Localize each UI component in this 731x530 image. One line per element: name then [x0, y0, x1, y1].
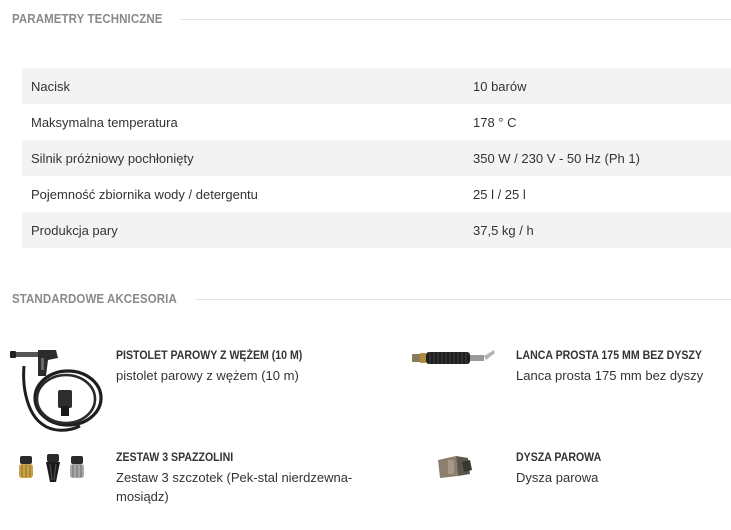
spec-value: 178 ° C	[473, 104, 731, 140]
spec-table: Nacisk 10 barów Maksymalna temperatura 1…	[22, 68, 731, 248]
spec-label: Maksymalna temperatura	[22, 104, 473, 140]
spec-value: 10 barów	[473, 68, 731, 104]
table-row: Silnik próżniowy pochłonięty 350 W / 230…	[22, 140, 731, 176]
steam-nozzle-icon	[438, 456, 472, 478]
accessory-description: Zestaw 3 szczotek (Pek-stal nierdzewna-m…	[116, 470, 353, 504]
table-row: Produkcja pary 37,5 kg / h	[22, 212, 731, 248]
table-row: Pojemność zbiornika wody / detergentu 25…	[22, 176, 731, 212]
params-heading-title: PARAMETRY TECHNICZNE	[12, 12, 163, 26]
spec-value: 350 W / 230 V - 50 Hz (Ph 1)	[473, 140, 731, 176]
accessory-description: Lanca prosta 175 mm bez dyszy	[516, 368, 704, 383]
params-heading-rule	[179, 18, 731, 20]
spec-value: 25 l / 25 l	[473, 176, 731, 212]
spec-label: Silnik próżniowy pochłonięty	[22, 140, 473, 176]
spec-value: 37,5 kg / h	[473, 212, 731, 248]
accessory-straight-lance: LANCA PROSTA 175 MM BEZ DYSZY Lanca pros…	[400, 340, 731, 440]
accessories-heading-title: STANDARDOWE AKCESORIA	[12, 292, 177, 306]
accessory-name: DYSZA PAROWA	[516, 452, 602, 464]
accessory-description: pistolet parowy z wężem (10 m)	[116, 368, 299, 383]
accessory-steam-gun: PISTOLET PAROWY Z WĘŻEM (10 M) pistolet …	[0, 340, 360, 440]
spec-label: Nacisk	[22, 68, 473, 104]
params-heading: PARAMETRY TECHNICZNE	[12, 12, 731, 26]
spec-label: Pojemność zbiornika wody / detergentu	[22, 176, 473, 212]
accessory-steam-nozzle: DYSZA PAROWA Dysza parowa	[400, 442, 731, 522]
accessories-heading-rule	[195, 298, 731, 300]
accessory-description: Dysza parowa	[516, 470, 599, 485]
steam-gun-hose-icon	[10, 350, 103, 432]
accessory-name: LANCA PROSTA 175 MM BEZ DYSZY	[516, 350, 702, 362]
accessory-name: ZESTAW 3 SPAZZOLINI	[116, 452, 234, 464]
brush-set-icon	[19, 454, 84, 482]
spec-label: Produkcja pary	[22, 212, 473, 248]
table-row: Nacisk 10 barów	[22, 68, 731, 104]
table-row: Maksymalna temperatura 178 ° C	[22, 104, 731, 140]
accessory-brush-set: ZESTAW 3 SPAZZOLINI Zestaw 3 szczotek (P…	[0, 442, 380, 522]
accessory-name: PISTOLET PAROWY Z WĘŻEM (10 M)	[116, 350, 303, 362]
accessories-heading: STANDARDOWE AKCESORIA	[12, 292, 731, 306]
straight-lance-icon	[412, 350, 495, 364]
